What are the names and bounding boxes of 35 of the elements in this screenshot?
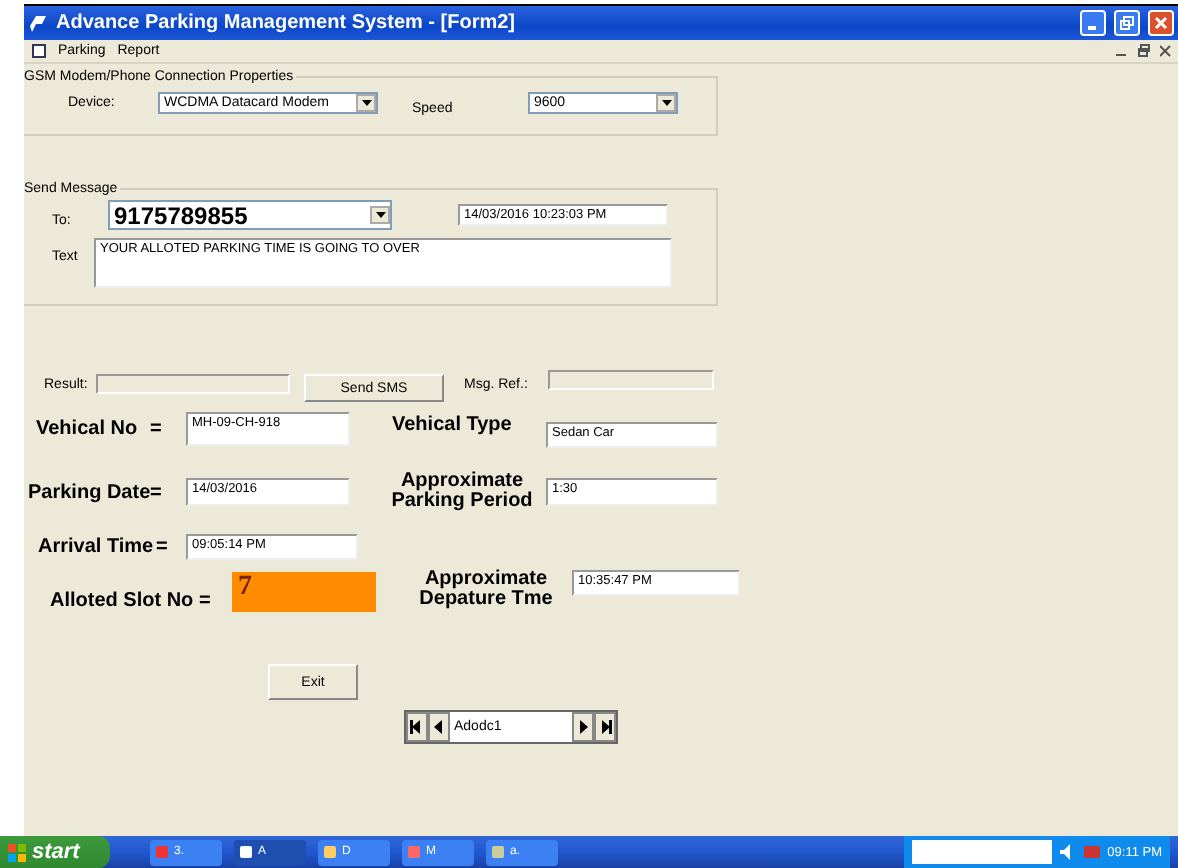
app-icon <box>324 846 336 858</box>
equals-sign: = <box>156 535 168 557</box>
close-icon[interactable] <box>1160 44 1172 58</box>
app-icon <box>408 846 420 858</box>
dropdown-arrow-icon[interactable] <box>370 206 390 224</box>
minimize-icon[interactable] <box>1080 10 1106 36</box>
restore-icon[interactable] <box>1114 10 1140 36</box>
form-icon <box>32 44 46 58</box>
first-record-icon[interactable] <box>406 712 428 742</box>
field-label: Approximate Parking Period <box>389 471 535 513</box>
toolbar-box <box>911 840 1052 864</box>
next-record-icon[interactable] <box>572 712 594 742</box>
field-label: Parking Date <box>28 481 151 503</box>
equals-sign: = <box>150 481 162 503</box>
app-icon <box>28 13 48 33</box>
start-button[interactable]: start <box>0 836 110 868</box>
speaker-icon[interactable] <box>1059 844 1076 860</box>
field-label: Alloted Slot No = <box>50 589 213 611</box>
app-icon <box>156 846 168 858</box>
restore-icon[interactable] <box>1138 44 1150 58</box>
previous-record-icon[interactable] <box>428 712 450 742</box>
dropdown-arrow-icon[interactable] <box>356 94 376 112</box>
slot-number: 7 <box>232 572 376 612</box>
phone-dropdown[interactable]: 9175789855 <box>108 200 392 230</box>
windows-logo <box>8 843 26 861</box>
app-icon <box>240 846 252 858</box>
last-record-icon[interactable] <box>594 712 616 742</box>
window-title: Advance Parking Management System - [Form2] <box>56 12 518 34</box>
dropdown-arrow-icon[interactable] <box>656 94 676 112</box>
field-label: Vehical No <box>36 417 138 439</box>
equals-sign: = <box>150 417 162 439</box>
field-label: Vehical Type <box>392 413 512 435</box>
app-icon <box>492 846 504 858</box>
field-label: Arrival Time <box>38 535 154 557</box>
field-label: Approximate Depature Tme <box>417 569 555 611</box>
